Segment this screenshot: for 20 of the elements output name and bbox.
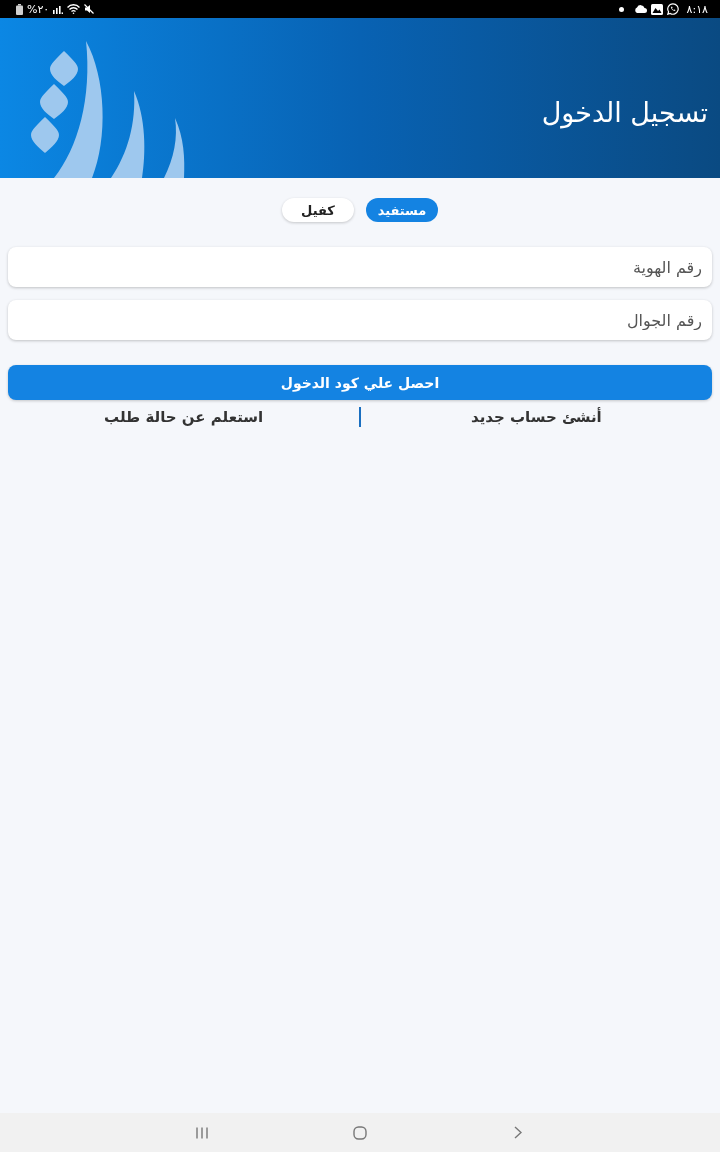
link[interactable]: أنشئ حساب جديد: [471, 409, 602, 425]
wifi-icon: [67, 4, 81, 14]
rounded-square-icon[interactable]: [353, 1125, 367, 1140]
chevron-right-icon[interactable]: [514, 1126, 522, 1139]
battery-icon: [16, 3, 23, 15]
three-bars-icon[interactable]: [196, 1126, 208, 1139]
dot-icon: [618, 6, 624, 12]
cloud-icon: [633, 5, 647, 13]
battery-percentage: %٢٠: [27, 3, 50, 15]
submit-button[interactable]: احصل علي كود الدخول: [8, 365, 712, 400]
chat-bubble-icon: [666, 3, 679, 15]
text-field[interactable]: رقم الجوال: [8, 300, 712, 340]
text-field[interactable]: رقم الهوية: [8, 247, 712, 287]
link[interactable]: استعلم عن حالة طلب: [104, 409, 264, 425]
status-time: ٨:١٨: [686, 3, 708, 15]
signal-icon: [53, 4, 64, 14]
image-icon: [650, 3, 663, 15]
tab[interactable]: كفيل: [282, 198, 354, 222]
tab[interactable]: مستفيد: [366, 198, 438, 222]
mute-icon: [84, 4, 95, 14]
